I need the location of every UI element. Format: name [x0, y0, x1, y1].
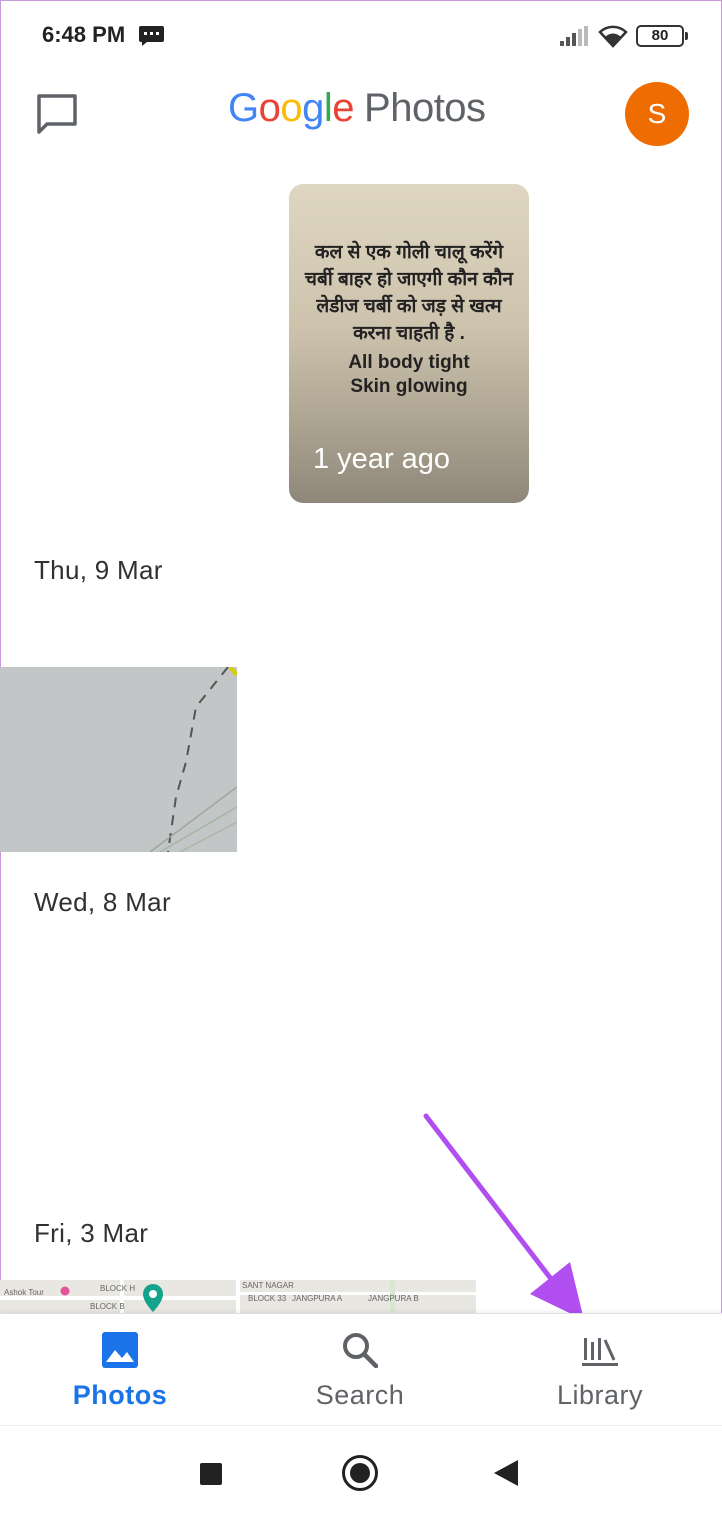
nav-label: Library [556, 1380, 644, 1410]
back-button[interactable] [494, 1460, 518, 1486]
map-label: Ashok Tour [4, 1288, 44, 1297]
system-navigation-bar [0, 1425, 722, 1522]
logo-letter: o [280, 86, 303, 130]
home-button[interactable] [342, 1455, 378, 1491]
wifi-icon [598, 25, 628, 48]
memory-card[interactable]: कल से एक गोली चालू करेंगे चर्बी बाहर हो … [289, 184, 529, 503]
chat-icon[interactable] [34, 92, 80, 136]
memory-text: कल से एक गोली चालू करेंगे चर्बी बाहर हो … [301, 239, 517, 399]
message-notification-icon [139, 26, 164, 46]
logo-letter: o [258, 86, 281, 130]
map-label: JANGPURA A [292, 1294, 343, 1303]
recents-button[interactable] [200, 1463, 222, 1485]
logo-photos-word: Photos [364, 86, 486, 130]
google-photos-logo: Google Photos [228, 86, 486, 131]
map-label: BLOCK B [90, 1302, 125, 1311]
photo-thumbnail[interactable]: BLOCK H Ashok Tour BLOCK B [0, 1280, 236, 1314]
date-heading: Wed, 8 Mar [34, 887, 171, 917]
map-label: JANGPURA B [368, 1294, 419, 1303]
map-label: BLOCK H [100, 1284, 136, 1293]
logo-letter: G [228, 86, 259, 130]
signal-icon [560, 26, 588, 46]
date-heading: Fri, 3 Mar [34, 1218, 149, 1248]
status-bar: 6:48 PM 80 [0, 0, 722, 72]
logo-letter: l [323, 86, 333, 130]
logo-letter: e [332, 86, 355, 130]
bottom-navigation: Photos Search Library [0, 1313, 722, 1425]
nav-label: Photos [72, 1380, 168, 1410]
memory-age-label: 1 year ago [313, 443, 451, 475]
app-header: Google Photos S [0, 72, 722, 162]
photo-icon [102, 1332, 138, 1368]
date-heading: Thu, 9 Mar [34, 555, 163, 585]
photo-thumbnail[interactable]: SANT NAGAR BLOCK 33 JANGPURA A JANGPURA … [240, 1280, 476, 1314]
memory-english-line-2: Skin glowing [350, 376, 468, 397]
memory-english-line-1: All body tight [348, 352, 470, 373]
nav-label: Search [315, 1380, 405, 1410]
search-icon [343, 1333, 378, 1368]
map-thumbnail-row: BLOCK H Ashok Tour BLOCK B SANT NAGAR BL… [0, 1280, 480, 1314]
map-pin-icon [143, 1284, 163, 1312]
nav-search[interactable]: Search [240, 1314, 480, 1426]
logo-letter: g [302, 86, 324, 130]
battery-indicator: 80 [636, 25, 688, 47]
nav-library[interactable]: Library [480, 1314, 720, 1426]
photo-thumbnail[interactable] [0, 667, 237, 852]
nav-photos[interactable]: Photos [0, 1314, 240, 1426]
map-label: BLOCK 33 [248, 1294, 287, 1303]
status-time: 6:48 PM [42, 22, 126, 47]
memory-hindi-text: कल से एक गोली चालू करेंगे चर्बी बाहर हो … [304, 242, 514, 344]
map-poi-icon [60, 1286, 70, 1296]
account-avatar[interactable]: S [625, 82, 689, 146]
map-label: SANT NAGAR [242, 1281, 294, 1290]
library-icon [582, 1338, 618, 1366]
thumbnail-content [0, 667, 237, 852]
